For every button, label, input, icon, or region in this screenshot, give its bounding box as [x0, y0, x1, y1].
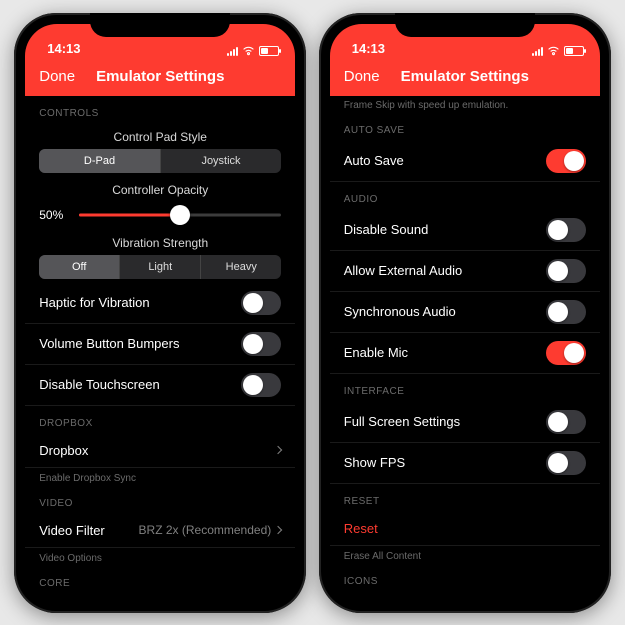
row-autosave[interactable]: Auto Save	[330, 141, 600, 182]
nav-bar: Done Emulator Settings	[330, 58, 600, 96]
row-emulator-engine[interactable]: Emulator Engine Interpreter	[25, 594, 295, 602]
update-icons-label: Update Icons	[344, 601, 421, 602]
enable-mic-label: Enable Mic	[344, 345, 408, 360]
frame-skip-footer: Frame Skip with speed up emulation.	[330, 96, 600, 113]
row-sync-audio[interactable]: Synchronous Audio	[330, 292, 600, 333]
segment-joystick[interactable]: Joystick	[161, 149, 282, 173]
chevron-right-icon	[274, 446, 282, 454]
disable-sound-toggle[interactable]	[546, 218, 586, 242]
section-reset: RESET	[330, 484, 600, 512]
opacity-row: 50%	[25, 202, 295, 230]
volume-bumpers-toggle[interactable]	[241, 332, 281, 356]
screen: 14:13 Done Emulator Settings Frame Skip …	[330, 24, 600, 602]
status-icons	[532, 46, 584, 56]
screen: 14:13 Done Emulator Settings CONTROLS Co…	[25, 24, 295, 602]
phone-right: 14:13 Done Emulator Settings Frame Skip …	[319, 13, 611, 613]
section-video: VIDEO	[25, 486, 295, 514]
notch	[395, 13, 535, 37]
section-core: CORE	[25, 566, 295, 594]
disable-sound-label: Disable Sound	[344, 222, 429, 237]
phone-left: 14:13 Done Emulator Settings CONTROLS Co…	[14, 13, 306, 613]
autosave-toggle[interactable]	[546, 149, 586, 173]
row-enable-mic[interactable]: Enable Mic	[330, 333, 600, 374]
content-right[interactable]: Frame Skip with speed up emulation. AUTO…	[330, 96, 600, 602]
opacity-value: 50%	[39, 208, 71, 222]
enable-mic-toggle[interactable]	[546, 341, 586, 365]
reset-footer: Erase All Content	[330, 546, 600, 564]
row-update-icons[interactable]: Update Icons	[330, 592, 600, 602]
section-dropbox: DROPBOX	[25, 406, 295, 434]
row-dropbox[interactable]: Dropbox	[25, 434, 295, 468]
nav-title: Emulator Settings	[401, 68, 529, 85]
row-disable-touch[interactable]: Disable Touchscreen	[25, 365, 295, 406]
opacity-label: Controller Opacity	[25, 177, 295, 202]
wifi-icon	[547, 46, 560, 56]
segment-dpad[interactable]: D-Pad	[39, 149, 161, 173]
disable-touch-label: Disable Touchscreen	[39, 377, 159, 392]
battery-icon	[259, 46, 279, 56]
nav-bar: Done Emulator Settings	[25, 58, 295, 96]
video-footer: Video Options	[25, 548, 295, 566]
video-filter-value: BRZ 2x (Recommended)	[139, 523, 272, 537]
done-button[interactable]: Done	[39, 68, 75, 85]
fullscreen-label: Full Screen Settings	[344, 414, 460, 429]
dropbox-footer: Enable Dropbox Sync	[25, 468, 295, 486]
video-filter-label: Video Filter	[39, 523, 105, 538]
row-show-fps[interactable]: Show FPS	[330, 443, 600, 484]
segment-light[interactable]: Light	[120, 255, 201, 279]
reset-label: Reset	[344, 521, 378, 536]
vibration-label: Vibration Strength	[25, 230, 295, 255]
row-volume-bumpers[interactable]: Volume Button Bumpers	[25, 324, 295, 365]
vibration-segmented[interactable]: Off Light Heavy	[39, 255, 281, 279]
volume-bumpers-label: Volume Button Bumpers	[39, 336, 179, 351]
row-video-filter[interactable]: Video Filter BRZ 2x (Recommended)	[25, 514, 295, 548]
sync-audio-toggle[interactable]	[546, 300, 586, 324]
section-interface: INTERFACE	[330, 374, 600, 402]
pad-style-segmented[interactable]: D-Pad Joystick	[39, 149, 281, 173]
show-fps-toggle[interactable]	[546, 451, 586, 475]
done-button[interactable]: Done	[344, 68, 380, 85]
signal-icon	[532, 46, 543, 56]
nav-title: Emulator Settings	[96, 68, 224, 85]
haptic-label: Haptic for Vibration	[39, 295, 149, 310]
status-icons	[227, 46, 279, 56]
row-haptic[interactable]: Haptic for Vibration	[25, 283, 295, 324]
fullscreen-toggle[interactable]	[546, 410, 586, 434]
row-external-audio[interactable]: Allow External Audio	[330, 251, 600, 292]
content-left[interactable]: CONTROLS Control Pad Style D-Pad Joystic…	[25, 96, 295, 602]
row-disable-sound[interactable]: Disable Sound	[330, 210, 600, 251]
row-fullscreen[interactable]: Full Screen Settings	[330, 402, 600, 443]
dropbox-label: Dropbox	[39, 443, 88, 458]
signal-icon	[227, 46, 238, 56]
external-audio-toggle[interactable]	[546, 259, 586, 283]
status-time: 14:13	[47, 41, 80, 56]
disable-touch-toggle[interactable]	[241, 373, 281, 397]
battery-icon	[564, 46, 584, 56]
status-time: 14:13	[352, 41, 385, 56]
haptic-toggle[interactable]	[241, 291, 281, 315]
notch	[90, 13, 230, 37]
chevron-right-icon	[274, 526, 282, 534]
section-icons: ICONS	[330, 564, 600, 592]
sync-audio-label: Synchronous Audio	[344, 304, 456, 319]
show-fps-label: Show FPS	[344, 455, 405, 470]
wifi-icon	[242, 46, 255, 56]
segment-heavy[interactable]: Heavy	[201, 255, 281, 279]
section-controls: CONTROLS	[25, 96, 295, 124]
segment-off[interactable]: Off	[39, 255, 120, 279]
autosave-label: Auto Save	[344, 153, 404, 168]
pad-style-label: Control Pad Style	[25, 124, 295, 149]
external-audio-label: Allow External Audio	[344, 263, 463, 278]
opacity-slider[interactable]	[79, 204, 281, 226]
section-audio: AUDIO	[330, 182, 600, 210]
row-reset[interactable]: Reset	[330, 512, 600, 546]
section-autosave: AUTO SAVE	[330, 113, 600, 141]
